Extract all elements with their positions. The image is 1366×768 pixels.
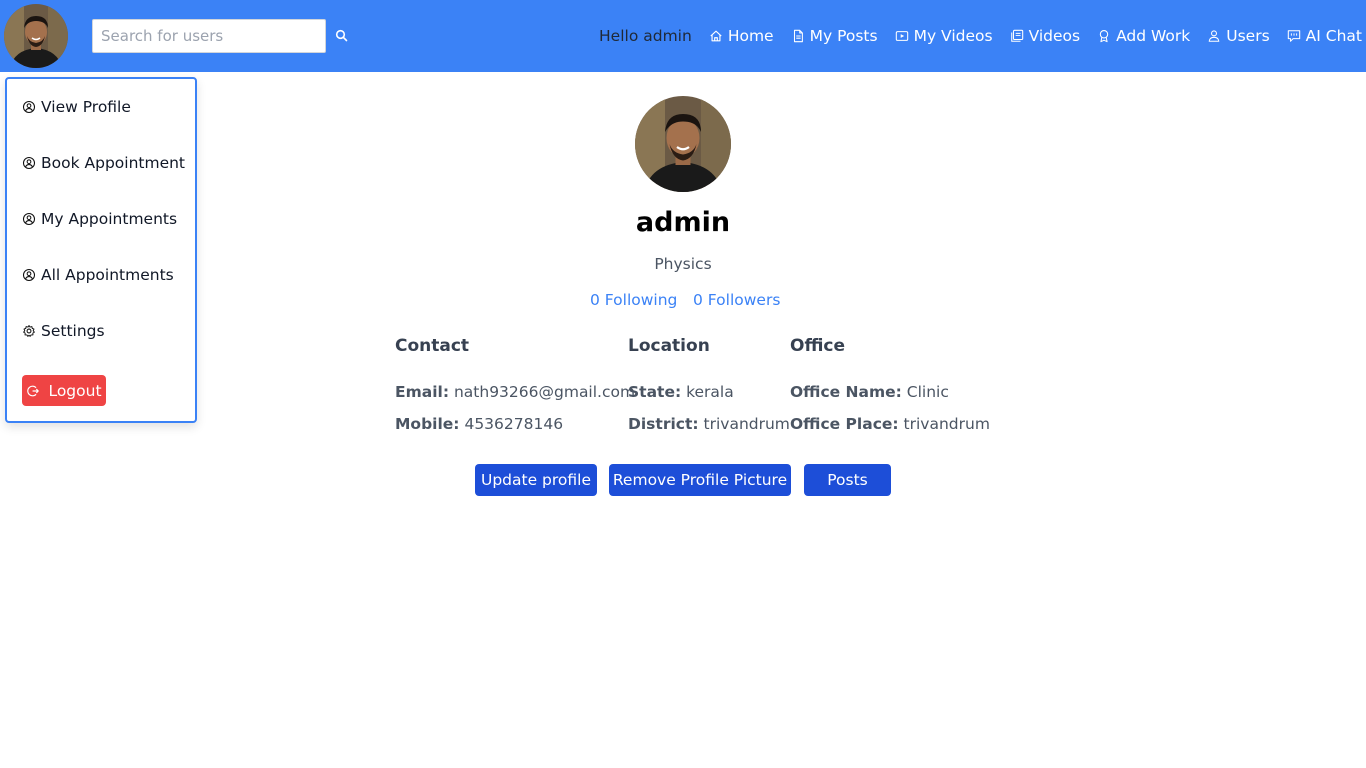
logout-button[interactable]: Logout xyxy=(22,375,106,406)
nav-home-label: Home xyxy=(727,27,774,45)
document-icon xyxy=(793,29,803,43)
office-place-info: Office Place: trivandrum xyxy=(790,415,990,433)
office-place-value: trivandrum xyxy=(903,415,990,433)
avatar-image xyxy=(4,4,68,68)
nav-home[interactable]: Home xyxy=(709,27,774,45)
user-circle-icon xyxy=(22,100,36,114)
mobile-value: 4536278146 xyxy=(464,415,564,433)
users-icon xyxy=(1208,30,1220,42)
following-link[interactable]: 0 Following xyxy=(590,291,677,309)
nav-my-posts-label: My Posts xyxy=(809,27,878,45)
followers-link[interactable]: 0 Followers xyxy=(693,291,780,309)
state-value: kerala xyxy=(686,383,734,401)
top-navbar: Hello admin Home My Posts My Videos xyxy=(0,0,1366,72)
search-input[interactable] xyxy=(92,19,326,53)
menu-item-settings[interactable]: Settings xyxy=(22,322,105,340)
update-profile-button[interactable]: Update profile xyxy=(475,464,597,496)
nav-my-posts[interactable]: My Posts xyxy=(791,27,878,45)
district-value: trivandrum xyxy=(703,415,790,433)
nav-ai-chat-label: AI Chat xyxy=(1305,27,1362,45)
chat-icon xyxy=(1287,30,1300,42)
remove-profile-picture-button[interactable]: Remove Profile Picture xyxy=(609,464,791,496)
profile-username: admin xyxy=(635,207,731,238)
nav-users-label: Users xyxy=(1226,27,1270,45)
nav-videos[interactable]: Videos xyxy=(1010,27,1081,45)
menu-item-book-appointment[interactable]: Book Appointment xyxy=(22,154,185,172)
logout-icon xyxy=(27,385,40,396)
nav-links: Hello admin Home My Posts My Videos Vide… xyxy=(599,0,1362,72)
nav-add-work-label: Add Work xyxy=(1116,27,1191,45)
office-place-label: Office Place: xyxy=(790,415,899,433)
video-icon xyxy=(895,31,908,41)
logout-label: Logout xyxy=(48,381,102,400)
posts-button[interactable]: Posts xyxy=(804,464,891,496)
search-icon[interactable] xyxy=(333,27,351,45)
greeting-text: Hello admin xyxy=(599,27,692,45)
office-name-label: Office Name: xyxy=(790,383,902,401)
menu-item-label: View Profile xyxy=(41,98,131,116)
menu-item-label: Book Appointment xyxy=(41,154,186,172)
menu-item-label: Settings xyxy=(41,322,105,340)
profile-subject: Physics xyxy=(654,255,712,273)
contact-heading: Contact xyxy=(395,336,470,356)
mobile-label: Mobile: xyxy=(395,415,460,433)
district-label: District: xyxy=(628,415,699,433)
nav-ai-chat[interactable]: AI Chat xyxy=(1287,27,1362,45)
email-value: nath93266@gmail.com xyxy=(453,383,636,401)
user-circle-icon xyxy=(22,156,36,170)
nav-add-work[interactable]: Add Work xyxy=(1097,27,1190,45)
profile-picture xyxy=(635,96,731,192)
nav-my-videos-label: My Videos xyxy=(913,27,993,45)
office-heading: Office xyxy=(790,336,846,356)
gear-icon xyxy=(23,325,35,337)
email-info: Email: nath93266@gmail.com xyxy=(395,383,635,401)
state-info: State: kerala xyxy=(628,383,734,401)
email-label: Email: xyxy=(395,383,450,401)
award-icon xyxy=(1099,30,1109,43)
nav-my-videos[interactable]: My Videos xyxy=(895,27,993,45)
nav-videos-label: Videos xyxy=(1028,27,1081,45)
nav-users[interactable]: Users xyxy=(1207,27,1270,45)
location-heading: Location xyxy=(628,336,710,356)
home-icon xyxy=(710,30,722,42)
district-info: District: trivandrum xyxy=(628,415,790,433)
office-name-info: Office Name: Clinic xyxy=(790,383,949,401)
profile-dropdown-menu: View Profile Book Appointment My Appoint… xyxy=(5,77,197,423)
gallery-icon xyxy=(1010,29,1023,42)
avatar-image xyxy=(635,96,731,192)
office-name-value: Clinic xyxy=(906,383,949,401)
state-label: State: xyxy=(628,383,682,401)
mobile-info: Mobile: 4536278146 xyxy=(395,415,563,433)
user-avatar[interactable] xyxy=(4,4,68,68)
menu-item-view-profile[interactable]: View Profile xyxy=(22,98,131,116)
